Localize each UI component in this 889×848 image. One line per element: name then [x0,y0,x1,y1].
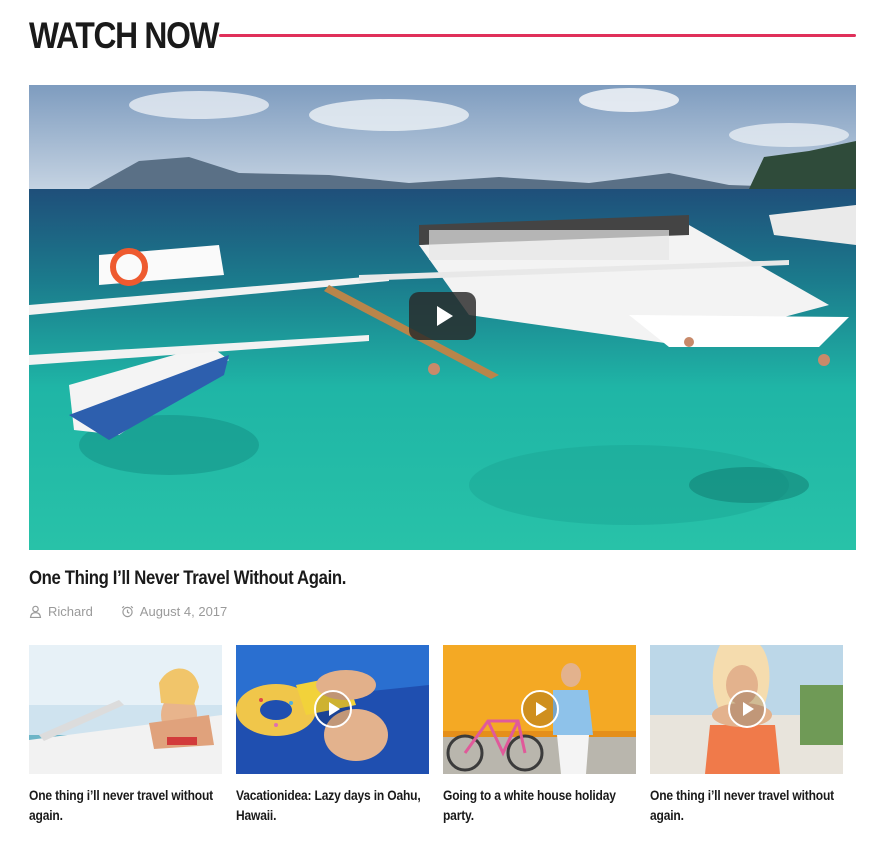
card-thumbnail[interactable] [236,645,429,774]
card-thumbnail[interactable] [443,645,636,774]
section-divider [219,34,856,37]
card-title[interactable]: One thing i’ll never travel without agai… [29,785,214,825]
video-card[interactable]: Going to a white house holiday party. [443,645,636,825]
featured-title[interactable]: One Thing I’ll Never Travel Without Agai… [29,568,346,590]
alarm-clock-icon [121,605,134,618]
card-thumbnail[interactable] [29,645,222,774]
section-title: WATCH NOW [29,15,220,56]
user-icon [29,605,42,618]
card-image [29,645,222,774]
date-text: August 4, 2017 [139,604,228,619]
play-icon [329,702,340,716]
post-date: August 4, 2017 [121,604,227,619]
author-name: Richard [48,604,93,619]
video-card[interactable]: Vacationidea: Lazy days in Oahu, Hawaii. [236,645,429,825]
play-button[interactable] [728,690,766,728]
featured-video[interactable] [29,85,856,550]
card-thumbnail[interactable] [650,645,843,774]
play-button[interactable] [314,690,352,728]
play-icon [436,306,453,326]
post-meta: Richard August 4, 2017 [29,604,255,619]
video-card[interactable]: One thing i’ll never travel without agai… [29,645,222,825]
video-card[interactable]: One thing i’ll never travel without agai… [650,645,843,825]
card-title[interactable]: Going to a white house holiday party. [443,785,628,825]
play-icon [743,702,754,716]
section-header: WATCH NOW [29,14,856,58]
card-title[interactable]: Vacationidea: Lazy days in Oahu, Hawaii. [236,785,421,825]
play-icon [536,702,547,716]
card-title[interactable]: One thing i’ll never travel without agai… [650,785,835,825]
play-button[interactable] [409,292,476,340]
play-button[interactable] [521,690,559,728]
author[interactable]: Richard [29,604,93,619]
